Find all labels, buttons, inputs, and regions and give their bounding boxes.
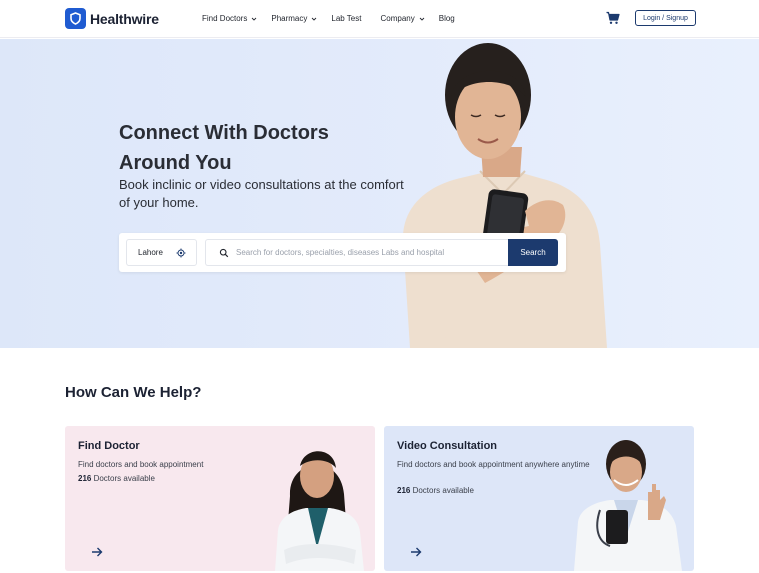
nav-label: Find Doctors	[202, 14, 248, 23]
nav-pharmacy[interactable]: Pharmacy	[271, 14, 317, 23]
city-selector[interactable]: Lahore	[126, 239, 197, 266]
nav-label: Lab Test	[331, 14, 362, 23]
hero-title-line-1: Connect With Doctors	[119, 122, 329, 144]
arrow-right-icon[interactable]	[410, 546, 422, 558]
card-title: Find Doctor	[78, 440, 140, 452]
login-signup-button[interactable]: Login / Signup	[635, 10, 696, 26]
hero-section: Connect With Doctors Around You Book inc…	[0, 39, 759, 348]
top-header: Healthwire Find Doctors Pharmacy Lab Tes…	[0, 0, 759, 38]
doctor-count: 216 Doctors available	[397, 486, 474, 495]
nav-blog[interactable]: Blog	[439, 14, 455, 23]
chevron-down-icon	[419, 17, 425, 21]
card-title: Video Consultation	[397, 440, 498, 452]
doctor-count-suffix: Doctors available	[410, 486, 474, 495]
nav-label: Company	[380, 14, 415, 23]
nav-label: Blog	[438, 14, 455, 23]
hero-title-line-2: Around You	[119, 152, 232, 174]
city-value: Lahore	[138, 248, 163, 257]
nav-company[interactable]: Company	[380, 14, 425, 23]
doctor-count-suffix: Doctors available	[91, 474, 155, 483]
chevron-down-icon	[252, 17, 257, 21]
arrow-right-icon[interactable]	[91, 546, 103, 558]
doctor-count: 216 Doctors available	[78, 474, 155, 483]
cart-icon[interactable]	[606, 11, 620, 25]
card-description: Find doctors and book appointment	[78, 460, 204, 469]
hero-subtitle: Book inclinic or video consultations at …	[119, 177, 404, 210]
chevron-down-icon	[312, 17, 317, 21]
search-placeholder: Search for doctors, specialties, disease…	[236, 248, 445, 257]
brand-name: Healthwire	[90, 10, 159, 27]
search-icon	[219, 248, 229, 258]
hero-title: Connect With Doctors Around You	[119, 118, 419, 178]
doctor-count-value: 216	[397, 486, 411, 495]
hero-woman-with-phone-image	[403, 43, 607, 348]
doctor-video-call-image	[574, 440, 682, 571]
find-doctor-card[interactable]: Find Doctor Find doctors and book appoin…	[65, 426, 375, 571]
search-bar: Lahore Search for doctors, specialties, …	[119, 233, 566, 272]
nav-label: Pharmacy	[271, 14, 308, 23]
main-nav: Find Doctors Pharmacy Lab Test Company B…	[202, 14, 469, 23]
video-consultation-card[interactable]: Video Consultation Find doctors and book…	[384, 426, 694, 571]
search-button[interactable]: Search	[508, 239, 558, 266]
female-doctor-image	[275, 451, 364, 571]
nav-find-doctors[interactable]: Find Doctors	[202, 14, 257, 23]
search-input[interactable]: Search for doctors, specialties, disease…	[205, 239, 508, 266]
help-section-title: How Can We Help?	[65, 384, 202, 401]
brand-logo[interactable]: Healthwire	[65, 8, 159, 29]
location-target-icon[interactable]	[176, 248, 186, 258]
shield-logo-icon	[65, 8, 86, 29]
doctor-count-value: 216	[78, 474, 92, 483]
nav-lab-test[interactable]: Lab Test	[331, 14, 361, 23]
